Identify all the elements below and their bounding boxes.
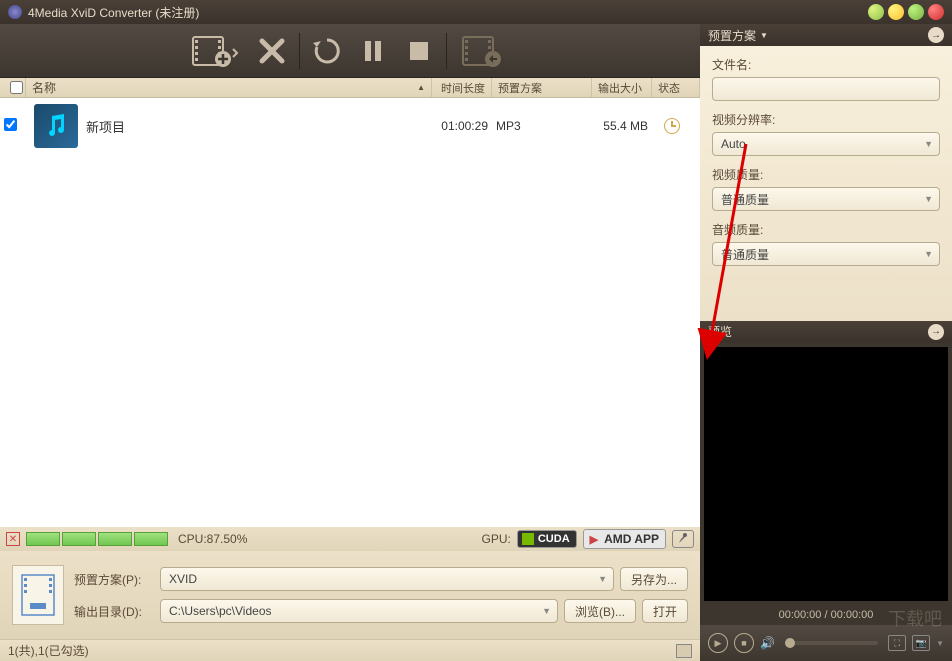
log-button[interactable] [676, 644, 692, 658]
pending-icon [664, 118, 680, 134]
browse-button[interactable]: 浏览(B)... [564, 599, 636, 623]
refresh-button[interactable] [306, 30, 348, 72]
open-button[interactable]: 打开 [642, 599, 688, 623]
help-button[interactable] [868, 4, 884, 20]
seek-slider[interactable] [785, 641, 878, 645]
snapshot-button[interactable]: 📷 [912, 635, 930, 651]
filename-label: 文件名: [712, 56, 940, 73]
column-preset[interactable]: 预置方案 [492, 78, 592, 97]
preview-section-header: 预览 → [700, 321, 952, 343]
column-size[interactable]: 输出大小 [592, 78, 652, 97]
stop-button[interactable] [398, 30, 440, 72]
status-text: 1(共),1(已勾选) [8, 642, 89, 659]
save-as-button[interactable]: 另存为... [620, 567, 688, 591]
pause-button[interactable] [352, 30, 394, 72]
table-row[interactable]: 新项目 01:00:29 MP3 55.4 MB [0, 98, 700, 154]
video-quality-label: 视频质量: [712, 166, 940, 183]
settings-button[interactable] [672, 530, 694, 548]
row-size: 55.4 MB [588, 119, 648, 133]
expand-preset-button[interactable]: → [928, 27, 944, 43]
window-title: 4Media XviD Converter (未注册) [28, 4, 868, 21]
play-button[interactable]: ▶ [708, 633, 728, 653]
video-resolution-label: 视频分辨率: [712, 111, 940, 128]
file-list: 新项目 01:00:29 MP3 55.4 MB [0, 98, 700, 527]
column-checkbox[interactable] [4, 78, 26, 97]
row-preset: MP3 [488, 119, 588, 133]
titlebar: 4Media XviD Converter (未注册) [0, 0, 952, 24]
row-checkbox[interactable] [4, 118, 17, 131]
output-dir-label: 输出目录(D): [74, 603, 154, 620]
audio-quality-label: 音频质量: [712, 221, 940, 238]
maximize-button[interactable] [908, 4, 924, 20]
minimize-button[interactable] [888, 4, 904, 20]
cuda-badge[interactable]: CUDA [517, 530, 577, 548]
preset-label: 预置方案(P): [74, 571, 154, 588]
volume-icon[interactable]: 🔊 [760, 636, 775, 650]
cpu-usage-label: CPU:87.50% [178, 532, 247, 546]
window-controls [868, 4, 944, 20]
preset-combo[interactable]: XVID▼ [160, 567, 614, 591]
amd-badge[interactable]: AMD APP [583, 529, 666, 549]
music-icon [34, 104, 78, 148]
column-status[interactable]: 状态 [652, 78, 700, 97]
preview-stop-button[interactable]: ■ [734, 633, 754, 653]
convert-button[interactable] [453, 30, 517, 72]
add-file-button[interactable] [183, 30, 247, 72]
time-display: 00:00:00 / 00:00:00 [700, 605, 952, 625]
gpu-label: GPU: [482, 532, 511, 546]
preview-viewport [704, 347, 948, 602]
row-status [648, 118, 696, 134]
cpu-bar: ✕ CPU:87.50% GPU: CUDA AMD APP [0, 527, 700, 551]
app-logo-icon [8, 5, 22, 19]
play-controls: ▶ ■ 🔊 ⛶ 📷 ▼ [700, 625, 952, 661]
column-name[interactable]: 名称▲ [26, 78, 432, 97]
row-name: 新项目 [86, 117, 428, 136]
properties-panel: 文件名: 视频分辨率: Auto▼ 视频质量: 普通质量▼ 音频质量: 普通质量… [700, 46, 952, 321]
output-dir-combo[interactable]: C:\Users\pc\Videos▼ [160, 599, 558, 623]
remove-button[interactable] [251, 30, 293, 72]
cpu-cores-icon [26, 532, 168, 546]
main-toolbar [0, 24, 700, 78]
select-all-checkbox[interactable] [10, 81, 23, 94]
audio-quality-combo[interactable]: 普通质量▼ [712, 242, 940, 266]
cpu-close-button[interactable]: ✕ [6, 532, 20, 546]
row-duration: 01:00:29 [428, 119, 488, 133]
filename-input[interactable] [712, 77, 940, 101]
status-bar: 1(共),1(已勾选) [0, 639, 700, 661]
output-panel: 预置方案(P): XVID▼ 另存为... 输出目录(D): C:\Users\… [0, 551, 700, 639]
preset-section-header: 预置方案▼ → [700, 24, 952, 46]
expand-preview-button[interactable]: → [928, 324, 944, 340]
close-button[interactable] [928, 4, 944, 20]
profile-thumbnail-icon [12, 565, 64, 625]
fullscreen-button[interactable]: ⛶ [888, 635, 906, 651]
video-quality-combo[interactable]: 普通质量▼ [712, 187, 940, 211]
table-header: 名称▲ 时间长度 预置方案 输出大小 状态 [0, 78, 700, 98]
column-duration[interactable]: 时间长度 [432, 78, 492, 97]
video-resolution-combo[interactable]: Auto▼ [712, 132, 940, 156]
